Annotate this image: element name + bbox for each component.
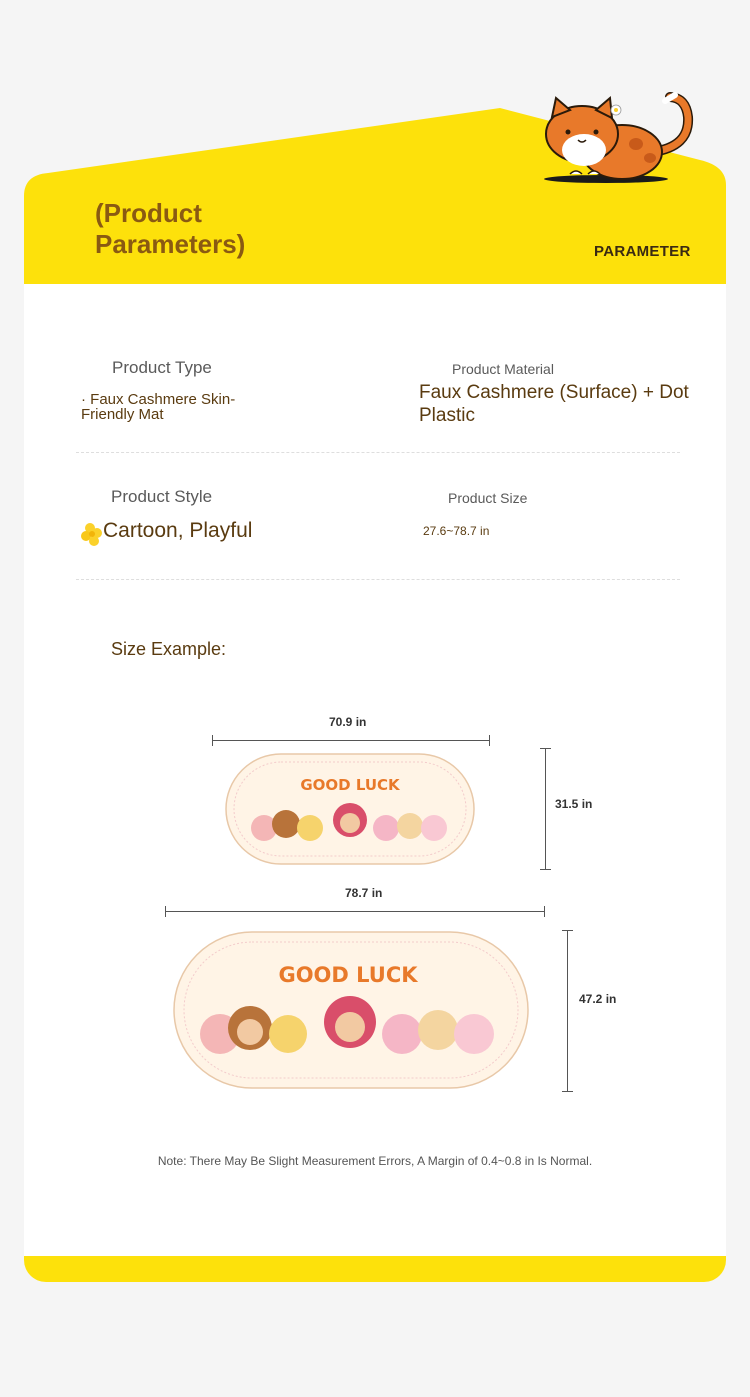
size-example-label: Size Example: xyxy=(111,639,227,659)
product-type-label: Product Type xyxy=(112,358,212,377)
small-width-label: 70.9 in xyxy=(329,715,367,729)
product-material-label: Product Material xyxy=(452,361,554,377)
large-width-label: 78.7 in xyxy=(345,886,383,900)
product-size-value: 27.6~78.7 in xyxy=(423,524,490,538)
divider xyxy=(76,579,680,580)
cat-mascot-icon xyxy=(544,92,694,183)
large-height-label: 47.2 in xyxy=(579,992,617,1006)
large-height-line xyxy=(562,930,573,1092)
product-size-label: Product Size xyxy=(448,490,528,506)
product-type-value: · Faux Cashmere Skin-Friendly Mat xyxy=(81,391,236,423)
large-mat-print-text: GOOD LUCK xyxy=(278,963,418,987)
page-title: (Product Parameters) xyxy=(95,198,246,259)
measurement-note: Note: There May Be Slight Measurement Er… xyxy=(157,1154,593,1168)
large-width-line xyxy=(165,906,545,917)
product-style-value: Cartoon, Playful xyxy=(103,519,253,542)
section-tag: PARAMETER xyxy=(594,243,691,260)
small-width-line xyxy=(212,735,490,746)
product-style-label: Product Style xyxy=(111,487,213,506)
small-height-line xyxy=(540,748,551,870)
small-mat-print-text: GOOD LUCK xyxy=(300,776,401,794)
divider xyxy=(76,452,680,453)
product-material-value: Faux Cashmere (Surface) + Dot Plastic xyxy=(419,382,689,426)
small-height-label: 31.5 in xyxy=(555,797,593,811)
small-mat-image: GOOD LUCK xyxy=(225,753,475,865)
large-mat-image: GOOD LUCK xyxy=(173,931,529,1089)
